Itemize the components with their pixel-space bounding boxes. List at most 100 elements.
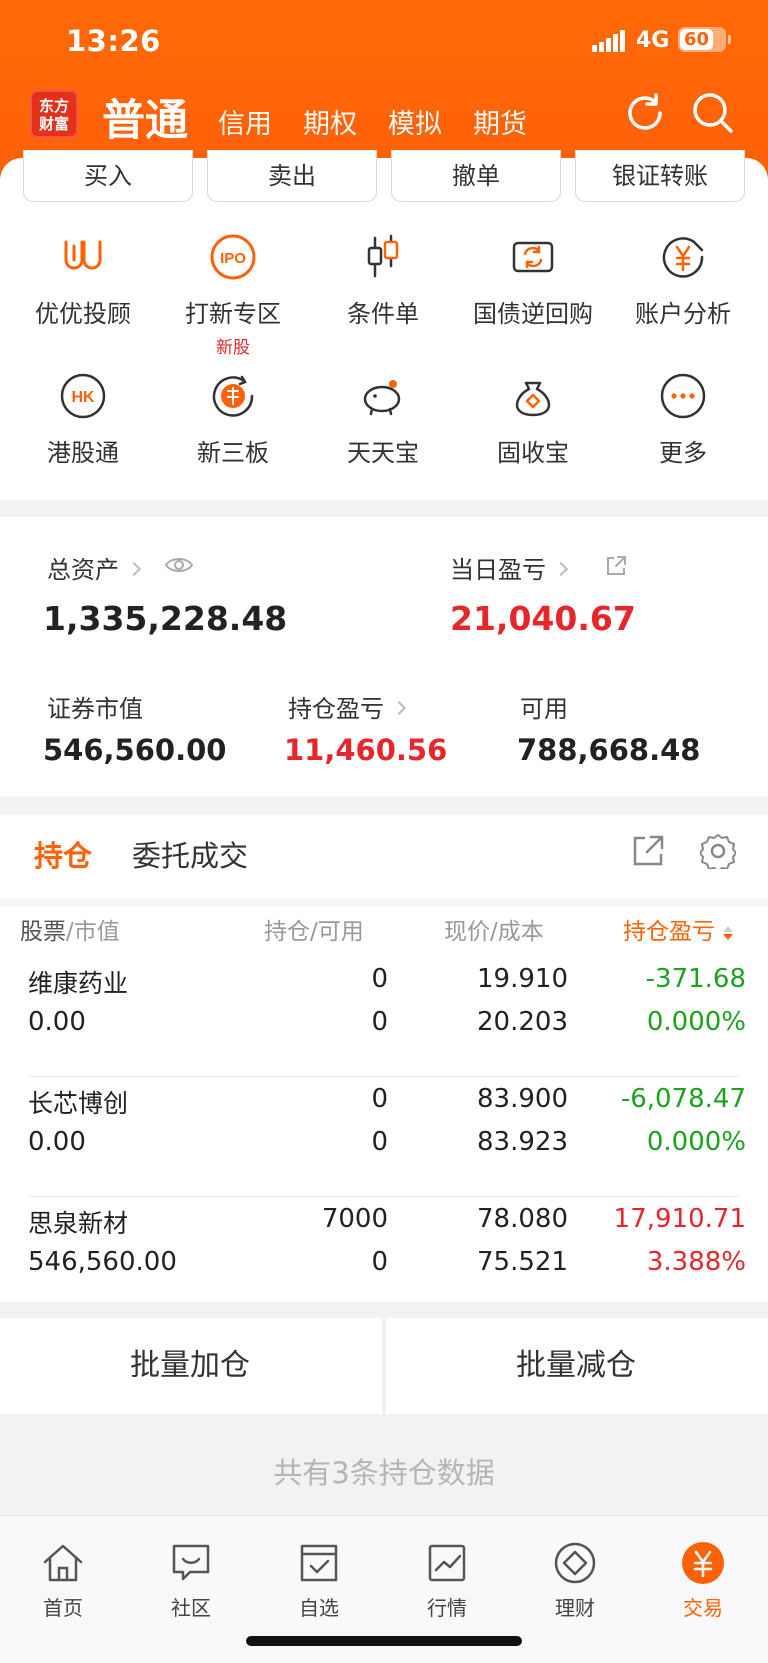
grid-item-tiantianbao[interactable]: 天天宝 bbox=[308, 371, 458, 468]
column-header-position[interactable]: 持仓/可用 bbox=[264, 912, 364, 946]
sort-icon bbox=[723, 925, 734, 940]
holdings-count-text: 共有3条持仓数据 bbox=[273, 1456, 495, 1490]
total-assets-value: 1,335,228.48 bbox=[43, 599, 288, 638]
watchlist-icon bbox=[300, 1544, 338, 1582]
grid-item-label: 国债逆回购 bbox=[473, 300, 593, 328]
tab-options[interactable]: 期权 bbox=[303, 102, 357, 141]
nav-label: 首页 bbox=[43, 1596, 83, 1620]
signal-icon bbox=[592, 30, 626, 52]
grid-item-label: 更多 bbox=[659, 439, 707, 467]
more-icon bbox=[660, 373, 706, 419]
table-row[interactable]: 思泉新材 546,560.00 7000 0 78.080 75.521 17,… bbox=[0, 1197, 768, 1317]
trade-actions-card: 买入 卖出 撤单 银证转账 优优投顾 IPO 打新专区 新股 条件单 国债逆回购… bbox=[0, 150, 768, 500]
nav-watchlist[interactable]: 自选 bbox=[264, 1540, 374, 1621]
table-row[interactable]: 维康药业 0.00 0 0 19.910 20.203 -371.68 0.00… bbox=[0, 957, 768, 1077]
column-header-stock[interactable]: 股票/市值 bbox=[20, 912, 120, 946]
column-header-price[interactable]: 现价/成本 bbox=[444, 912, 544, 946]
candlestick-icon bbox=[367, 234, 399, 278]
grid-item-repo[interactable]: 国债逆回购 bbox=[458, 232, 608, 329]
nav-label: 自选 bbox=[299, 1596, 339, 1620]
app-logo: 东方 财富 bbox=[30, 90, 78, 138]
tab-orders-trades[interactable]: 委托成交 bbox=[132, 833, 248, 875]
grid-item-neeq[interactable]: 新三板 bbox=[158, 371, 308, 468]
export-icon[interactable] bbox=[630, 833, 666, 869]
daily-pl-link[interactable]: 当日盈亏 bbox=[450, 550, 569, 585]
nav-label: 社区 bbox=[171, 1596, 211, 1620]
ipo-icon: IPO bbox=[210, 234, 256, 280]
tab-futures[interactable]: 期货 bbox=[473, 102, 527, 141]
nav-home[interactable]: 首页 bbox=[8, 1540, 118, 1621]
buy-button[interactable]: 买入 bbox=[23, 150, 193, 202]
grid-item-hk-connect[interactable]: HK 港股通 bbox=[8, 371, 158, 468]
nav-wealth[interactable]: 理财 bbox=[520, 1540, 630, 1621]
nav-community[interactable]: 社区 bbox=[136, 1540, 246, 1621]
holdings-card: 持仓 委托成交 股票/市值 持仓/可用 现价/成本 持仓盈亏 维康药业 0.00… bbox=[0, 815, 768, 1302]
available-qty: 0 bbox=[371, 1007, 388, 1037]
grid-item-gushoubao[interactable]: 固收宝 bbox=[458, 371, 608, 468]
nav-label: 理财 bbox=[555, 1596, 595, 1620]
grid-item-label: 新三板 bbox=[197, 439, 269, 467]
settings-gear-icon[interactable] bbox=[700, 833, 736, 869]
tab-positions[interactable]: 持仓 bbox=[34, 833, 92, 875]
cancel-order-button[interactable]: 撤单 bbox=[391, 150, 561, 202]
assets-summary-card: 总资产 1,335,228.48 当日盈亏 21,040.67 证券市值 546… bbox=[0, 517, 768, 797]
batch-add-button[interactable]: 批量加仓 bbox=[0, 1318, 380, 1414]
grid-item-more[interactable]: 更多 bbox=[608, 371, 758, 468]
wealth-icon bbox=[554, 1542, 596, 1584]
current-price: 78.080 bbox=[477, 1204, 568, 1234]
tab-credit[interactable]: 信用 bbox=[218, 102, 272, 141]
position-pl-pct: 0.000% bbox=[646, 1007, 746, 1037]
grid-item-label: 港股通 bbox=[47, 439, 119, 467]
home-indicator bbox=[246, 1636, 522, 1646]
batch-reduce-button[interactable]: 批量减仓 bbox=[386, 1318, 766, 1414]
bank-transfer-button[interactable]: 银证转账 bbox=[575, 150, 745, 202]
piggy-bank-icon bbox=[363, 380, 401, 416]
grid-item-label: 账户分析 bbox=[635, 300, 731, 328]
grid-item-label: 打新专区 bbox=[185, 300, 281, 328]
chevron-right-icon bbox=[553, 561, 569, 577]
community-icon bbox=[172, 1544, 210, 1581]
table-row[interactable]: 长芯博创 0.00 0 0 83.900 83.923 -6,078.47 0.… bbox=[0, 1077, 768, 1197]
current-price: 19.910 bbox=[477, 964, 568, 994]
home-icon bbox=[43, 1544, 83, 1582]
position-pl-link[interactable]: 持仓盈亏 bbox=[288, 689, 407, 724]
column-header-pl[interactable]: 持仓盈亏 bbox=[623, 912, 734, 946]
stock-name: 长芯博创 bbox=[28, 1089, 129, 1118]
stock-name: 维康药业 bbox=[28, 969, 129, 998]
total-assets-link[interactable]: 总资产 bbox=[47, 550, 142, 585]
batch-actions: 批量加仓 批量减仓 bbox=[0, 1318, 768, 1414]
grid-item-ipo[interactable]: IPO 打新专区 新股 bbox=[158, 232, 308, 358]
grid-item-youyou[interactable]: 优优投顾 bbox=[8, 232, 158, 329]
nav-market[interactable]: 行情 bbox=[392, 1540, 502, 1621]
new-stock-badge: 新股 bbox=[216, 338, 250, 358]
grid-item-label: 天天宝 bbox=[347, 439, 419, 467]
tab-simulation[interactable]: 模拟 bbox=[388, 102, 442, 141]
grid-item-account-analysis[interactable]: 账户分析 bbox=[608, 232, 758, 329]
battery-icon: 60 bbox=[678, 27, 726, 52]
market-value-label: 证券市值 bbox=[47, 695, 143, 723]
available-qty: 0 bbox=[371, 1127, 388, 1157]
logo-line-1: 东方 bbox=[38, 97, 69, 115]
chevron-right-icon bbox=[126, 561, 142, 577]
nav-label: 行情 bbox=[427, 1596, 467, 1620]
nav-label: 交易 bbox=[683, 1596, 723, 1620]
grid-item-label: 条件单 bbox=[347, 300, 419, 328]
share-icon[interactable] bbox=[604, 554, 628, 578]
position-pl-pct: 3.388% bbox=[646, 1247, 746, 1277]
position-pl: 17,910.71 bbox=[613, 1204, 746, 1234]
sell-button[interactable]: 卖出 bbox=[207, 150, 377, 202]
money-bag-icon bbox=[515, 381, 551, 417]
svg-text:HK: HK bbox=[71, 389, 95, 406]
eye-icon[interactable] bbox=[164, 554, 194, 576]
trade-yen-icon bbox=[682, 1542, 724, 1584]
position-pl-value: 11,460.56 bbox=[284, 733, 448, 767]
position-pl-pct: 0.000% bbox=[646, 1127, 746, 1157]
tab-normal[interactable]: 普通 bbox=[102, 86, 188, 148]
logo-line-2: 财富 bbox=[38, 115, 69, 133]
stock-market-value: 0.00 bbox=[28, 1127, 86, 1157]
refresh-icon[interactable] bbox=[622, 90, 668, 136]
search-icon[interactable] bbox=[690, 90, 736, 136]
stock-market-value: 0.00 bbox=[28, 1007, 86, 1037]
grid-item-conditional-order[interactable]: 条件单 bbox=[308, 232, 458, 329]
nav-trade[interactable]: 交易 bbox=[648, 1540, 758, 1621]
